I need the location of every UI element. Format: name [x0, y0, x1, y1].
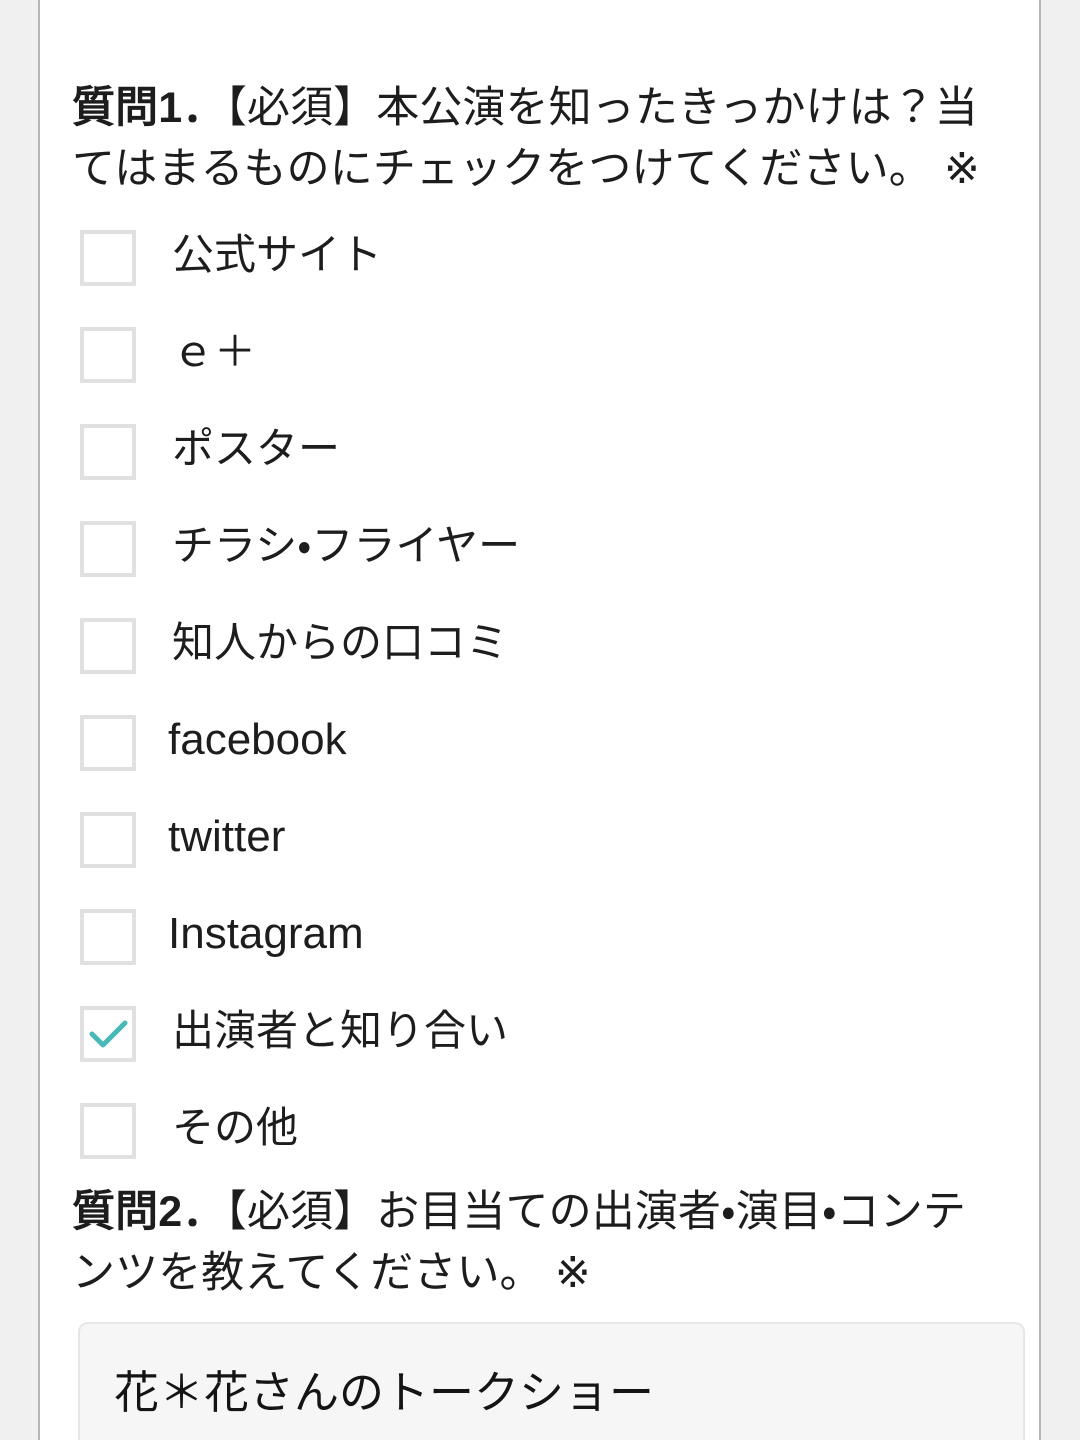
question-1-option-list: 公式サイト ｅ＋ ポスターチラシ・フライヤー 知人からの口コミ facebook twit…	[72, 222, 992, 1192]
checkbox-option-label: 出演者と知り合い	[172, 1007, 509, 1054]
question-1-number: 質問1．	[72, 84, 226, 132]
checkbox-unchecked[interactable]	[80, 909, 136, 965]
question-2-number: 質問2．	[72, 1188, 226, 1236]
checkbox-option-label: その他	[172, 1104, 299, 1151]
checkmark-icon	[89, 1020, 128, 1048]
checkbox-option-row[interactable]: 出演者と知り合い	[72, 998, 992, 1095]
checkbox-option-row[interactable]: ポスター	[72, 416, 992, 513]
question-2-heading: 質問2．【必須】お目当ての出演者・演目・コンテンツを教えてください。 ※	[72, 1182, 982, 1304]
checkbox-option-label: 知人からの口コミ	[172, 619, 509, 666]
checkbox-option-label: ｅ＋	[172, 328, 257, 375]
question-2-answer-input[interactable]: 花＊花さんのトークショー	[78, 1322, 1025, 1440]
checkbox-option-row[interactable]: ｅ＋	[72, 319, 992, 416]
form-card-content: 質問1．【必須】本公演を知ったきっかけは？当てはまるものにチェックをつけてくださ…	[72, 0, 1039, 1440]
checkbox-option-label: 公式サイト	[172, 231, 383, 278]
question-2-answer-value: 花＊花さんのトークショー	[114, 1367, 655, 1418]
checkbox-option-row[interactable]: 公式サイト	[72, 222, 992, 319]
checkbox-checked[interactable]	[80, 1006, 136, 1062]
checkbox-unchecked[interactable]	[80, 618, 136, 674]
checkbox-option-row[interactable]: チラシ・フライヤー	[72, 513, 992, 610]
page-root: 質問1．【必須】本公演を知ったきっかけは？当てはまるものにチェックをつけてくださ…	[0, 0, 1080, 1440]
checkbox-option-label: チラシ・フライヤー	[172, 522, 521, 569]
checkbox-option-row[interactable]: facebook	[72, 707, 992, 804]
checkbox-unchecked[interactable]	[80, 715, 136, 771]
checkbox-option-label: facebook	[168, 715, 347, 764]
checkbox-option-row[interactable]: Instagram	[72, 901, 992, 998]
checkbox-option-label: Instagram	[168, 909, 364, 958]
checkbox-unchecked[interactable]	[80, 812, 136, 868]
checkbox-unchecked[interactable]	[80, 327, 136, 383]
checkbox-option-label: twitter	[168, 812, 286, 861]
checkbox-option-row[interactable]: その他	[72, 1095, 992, 1192]
checkbox-unchecked[interactable]	[80, 230, 136, 286]
checkbox-option-row[interactable]: 知人からの口コミ	[72, 610, 992, 707]
checkbox-unchecked[interactable]	[80, 424, 136, 480]
checkbox-option-row[interactable]: twitter	[72, 804, 992, 901]
checkbox-option-label: ポスター	[172, 425, 341, 472]
checkbox-unchecked[interactable]	[80, 521, 136, 577]
checkbox-unchecked[interactable]	[80, 1103, 136, 1159]
question-1-heading: 質問1．【必須】本公演を知ったきっかけは？当てはまるものにチェックをつけてくださ…	[72, 78, 982, 200]
form-card: 質問1．【必須】本公演を知ったきっかけは？当てはまるものにチェックをつけてくださ…	[38, 0, 1041, 1440]
